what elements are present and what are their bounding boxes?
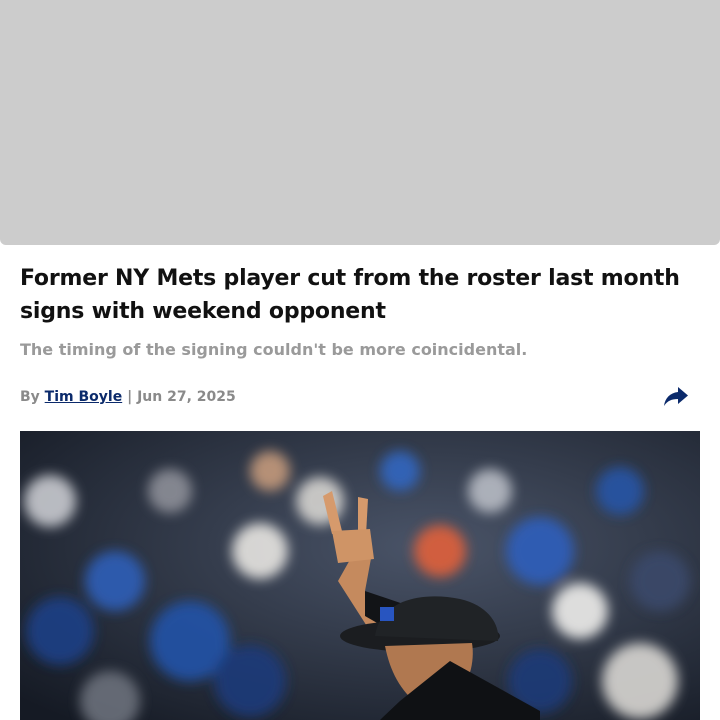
- publish-date: Jun 27, 2025: [137, 389, 236, 405]
- share-arrow-icon: [664, 387, 688, 406]
- article-headline: Former NY Mets player cut from the roste…: [20, 266, 680, 324]
- ad-placeholder: [0, 0, 720, 245]
- article-byline: By Tim Boyle | Jun 27, 2025: [20, 388, 236, 406]
- hero-photo-illustration: [20, 431, 700, 720]
- article-subheadline: The timing of the signing couldn't be mo…: [20, 340, 528, 359]
- article-hero-image: [20, 431, 700, 720]
- byline-prefix: By: [20, 389, 40, 405]
- byline-separator: |: [127, 389, 133, 405]
- share-button[interactable]: [662, 384, 690, 410]
- author-link[interactable]: Tim Boyle: [45, 389, 123, 405]
